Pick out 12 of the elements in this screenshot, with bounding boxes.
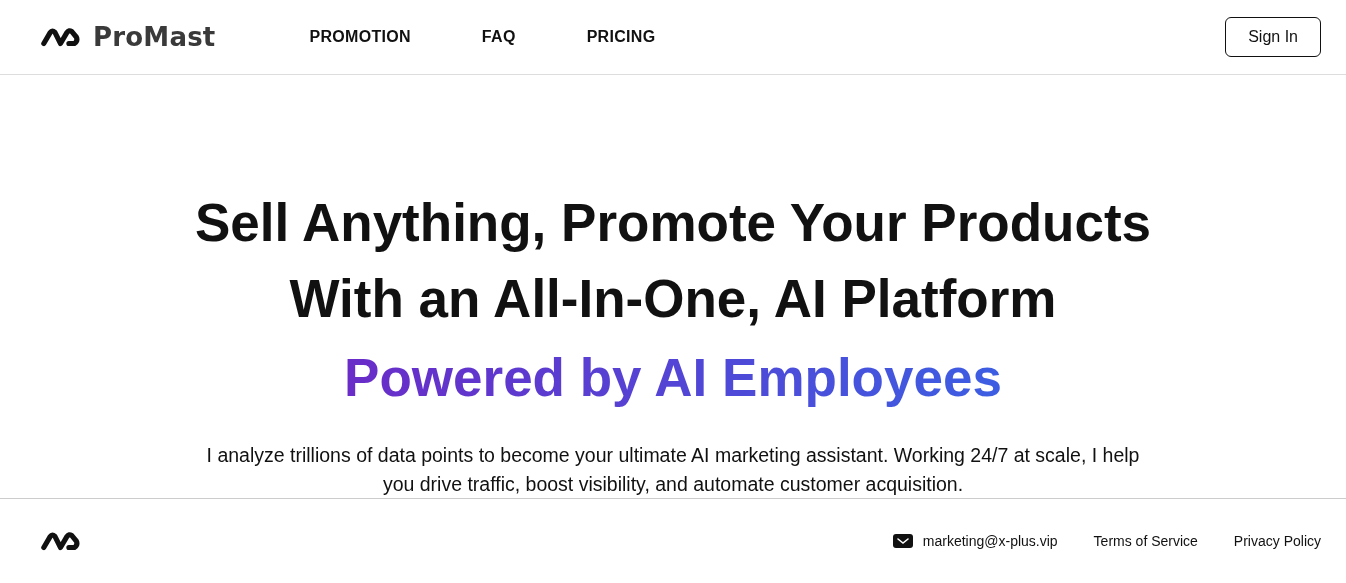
headline: With an All-In-One, AI Platform	[288, 268, 1058, 330]
footer-link[interactable]: Terms of Service	[1093, 533, 1198, 549]
mail-icon	[892, 534, 913, 548]
sign-in-button[interactable]: Sign In	[1225, 17, 1321, 57]
headline: Sell Anything, Promote Your Products	[194, 192, 1152, 254]
brand-name: ProMast	[93, 22, 216, 52]
nav-link[interactable]: PRICING	[586, 28, 656, 46]
email-link[interactable]: marketing@x-plus.vip	[892, 533, 1058, 549]
footer-link[interactable]: Privacy Policy	[1233, 533, 1321, 549]
hero-description: I analyze trillions of data points to become your ultimate AI marketing assistant. Working 24/7 at scale, I help you drive traffic, boost visibility, and automate customer acquisition.	[205, 443, 1141, 497]
nav-link[interactable]: PROMOTION	[309, 28, 411, 46]
nav-link[interactable]: FAQ	[481, 28, 516, 46]
